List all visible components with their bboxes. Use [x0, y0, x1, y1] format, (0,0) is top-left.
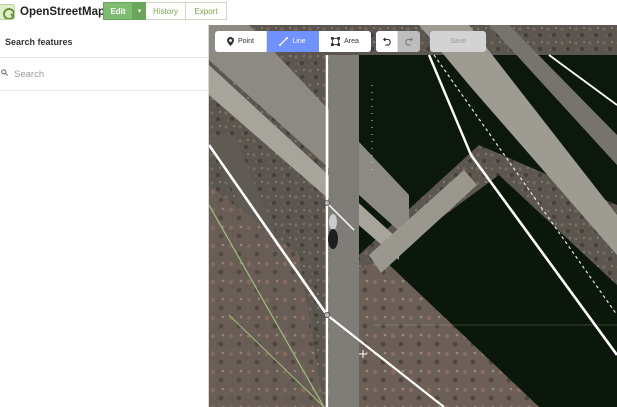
search-icon — [1, 69, 8, 76]
add-area-button[interactable]: Area — [319, 31, 371, 52]
edit-button[interactable]: Edit — [103, 2, 133, 20]
logo[interactable]: OpenStreetMap — [0, 2, 105, 22]
search-input[interactable] — [14, 66, 199, 82]
redo-button[interactable] — [398, 31, 420, 52]
area-icon — [331, 37, 341, 46]
aerial-imagery — [209, 25, 617, 407]
save-button[interactable]: Save — [430, 31, 486, 52]
undo-icon — [382, 37, 391, 46]
app-name: OpenStreetMap — [20, 6, 105, 18]
map-toolbar: Point Line Area Save — [215, 31, 486, 52]
add-point-label: Point — [238, 38, 254, 45]
sidebar-title: Search features — [5, 37, 73, 47]
history-button[interactable]: History — [146, 2, 186, 20]
osm-logo-icon — [0, 4, 15, 20]
edit-dropdown-button[interactable]: ▾ — [133, 2, 146, 20]
add-line-button[interactable]: Line — [267, 31, 319, 52]
line-icon — [279, 37, 289, 46]
redo-icon — [405, 37, 413, 46]
search-row — [0, 58, 208, 90]
top-bar: OpenStreetMap Edit ▾ History Export — [0, 0, 617, 25]
undo-button[interactable] — [376, 31, 398, 52]
map-pin-icon — [227, 37, 234, 46]
add-point-button[interactable]: Point — [215, 31, 267, 52]
sidebar: Search features — [0, 25, 209, 407]
map-canvas[interactable] — [209, 25, 617, 407]
add-area-label: Area — [344, 38, 359, 45]
divider — [0, 90, 208, 91]
add-line-label: Line — [292, 38, 306, 45]
map-node[interactable] — [324, 200, 330, 206]
map-node[interactable] — [324, 311, 331, 318]
export-button[interactable]: Export — [186, 2, 227, 20]
main-nav: Edit ▾ History Export — [103, 2, 227, 20]
